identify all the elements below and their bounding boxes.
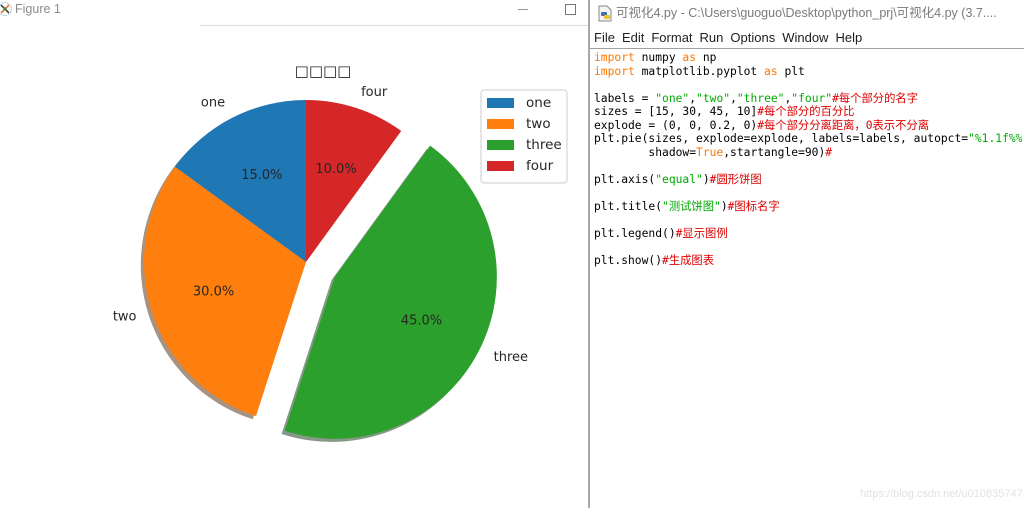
code-text: ,startangle=90)	[723, 145, 826, 159]
legend: one two three four	[480, 89, 568, 184]
code-comment: #每个部分的名字	[832, 91, 918, 105]
python-file-icon	[597, 5, 613, 22]
code-comment: #每个部分分离距离，0表示不分离	[757, 118, 929, 132]
code-text: )	[720, 199, 728, 213]
menu-run[interactable]: Run	[700, 29, 724, 47]
code-line[interactable]: import matplotlib.pyplot as plt	[590, 65, 1024, 79]
legend-swatch-one	[487, 98, 514, 108]
legend-swatch-four	[487, 161, 514, 171]
code-text: explode = (0, 0, 0.2, 0)	[594, 118, 758, 132]
code-text: matplotlib.pyplot	[634, 64, 765, 78]
code-text: sizes = [15, 30, 45, 10]	[594, 105, 758, 118]
code-text: plt.title(	[594, 199, 663, 213]
code-text: shadow=	[594, 145, 697, 159]
pie-chart: one 15.0% two 30.0% three 45.0% four 10.0% □□□□…	[113, 62, 568, 442]
percent-label-one: 15.0%	[241, 168, 282, 183]
chart-title: □□□□	[295, 62, 352, 80]
code-editor[interactable]: import numpy as np import matplotlib.pypl…	[590, 48, 1024, 508]
code-text: plt.pie(sizes, explode=explode, labels=l…	[594, 132, 969, 145]
menu-bar: File Edit Format Run Options Window Help	[590, 29, 869, 47]
code-line[interactable]	[590, 240, 1024, 254]
code-keyword: import	[594, 64, 635, 78]
slice-label-three: three	[494, 350, 528, 365]
code-string: "three"	[736, 91, 785, 105]
code-keyword: import	[594, 51, 635, 64]
watermark: https://blog.csdn.net/u010835747	[860, 488, 1023, 500]
code-line[interactable]: explode = (0, 0, 0.2, 0)#每个部分分离距离，0表示不分离	[590, 119, 1024, 133]
code-line[interactable]: plt.axis("equal")#圆形饼图	[590, 173, 1024, 187]
legend-label-three: three	[526, 137, 562, 153]
legend-label-two: two	[526, 116, 551, 132]
slice-label-four: four	[361, 85, 388, 100]
code-keyword: True	[696, 145, 724, 159]
code-line[interactable]: plt.title("测试饼图")#图标名字	[590, 200, 1024, 214]
slice-label-two: two	[113, 310, 137, 325]
code-text: )	[702, 172, 710, 186]
code-text: plt.show()	[594, 253, 663, 267]
code-string: "equal"	[655, 172, 703, 186]
legend-swatch-two	[487, 119, 514, 129]
wedge-layer	[144, 100, 497, 439]
code-comment: #	[825, 145, 833, 159]
percent-label-two: 30.0%	[193, 285, 234, 300]
code-comment: #显示图例	[675, 226, 728, 240]
code-comment: #圆形饼图	[709, 172, 762, 186]
code-line[interactable]: plt.show()#生成图表	[590, 254, 1024, 268]
code-text: plt.axis(	[594, 172, 656, 186]
editor-title: 可视化4.py - C:\Users\guoguo\Desktop\python…	[616, 6, 997, 20]
percent-label-four: 10.0%	[315, 162, 356, 177]
code-line[interactable]: plt.pie(sizes, explode=explode, labels=l…	[590, 132, 1024, 146]
code-text: plt	[777, 64, 805, 78]
menu-options[interactable]: Options	[730, 29, 775, 47]
menu-file[interactable]: File	[594, 29, 615, 47]
menu-window[interactable]: Window	[782, 29, 828, 47]
legend-label-four: four	[526, 158, 554, 174]
percent-label-three: 45.0%	[401, 313, 442, 328]
code-line[interactable]	[590, 213, 1024, 227]
code-line[interactable]	[590, 78, 1024, 92]
editor-titlebar: 可视化4.py - C:\Users\guoguo\Desktop\python…	[590, 0, 1024, 28]
code-keyword: as	[764, 64, 778, 78]
code-text: plt.legend()	[594, 226, 676, 240]
menu-edit[interactable]: Edit	[622, 29, 644, 47]
code-line[interactable]: shadow=True,startangle=90)#	[590, 146, 1024, 160]
legend-swatch-three	[487, 140, 514, 150]
code-text: labels =	[594, 91, 656, 105]
idle-editor-window: 可视化4.py - C:\Users\guoguo\Desktop\python…	[590, 0, 1024, 508]
legend-label-one: one	[526, 95, 551, 111]
code-comment: #每个部分的百分比	[757, 105, 855, 118]
figure-window: Figure 1 one 15.0% two 30.0% three 45.0% four 1…	[0, 0, 588, 508]
code-keyword: as	[682, 51, 697, 64]
code-string: "four"	[791, 91, 833, 105]
code-comment: #图标名字	[727, 199, 780, 213]
code-text: ,	[730, 91, 737, 105]
code-line[interactable]	[590, 159, 1024, 173]
menu-format[interactable]: Format	[651, 29, 692, 47]
code-line[interactable]: plt.legend()#显示图例	[590, 227, 1024, 241]
code-string: "two"	[696, 91, 731, 105]
menu-help[interactable]: Help	[835, 29, 862, 47]
code-string: "测试饼图"	[662, 199, 721, 213]
code-line[interactable]	[590, 186, 1024, 200]
code-string: "one"	[655, 91, 690, 105]
code-text: numpy	[634, 51, 683, 64]
code-comment: #生成图表	[662, 253, 715, 267]
code-string: "%1.1f%%	[968, 132, 1023, 145]
code-line[interactable]: import numpy as np	[590, 51, 1024, 65]
code-line[interactable]: labels = "one","two","three","four"#每个部分…	[590, 92, 1024, 106]
slice-label-one: one	[201, 96, 225, 111]
code-text: np	[696, 51, 717, 64]
code-line[interactable]: sizes = [15, 30, 45, 10]#每个部分的百分比	[590, 105, 1024, 119]
